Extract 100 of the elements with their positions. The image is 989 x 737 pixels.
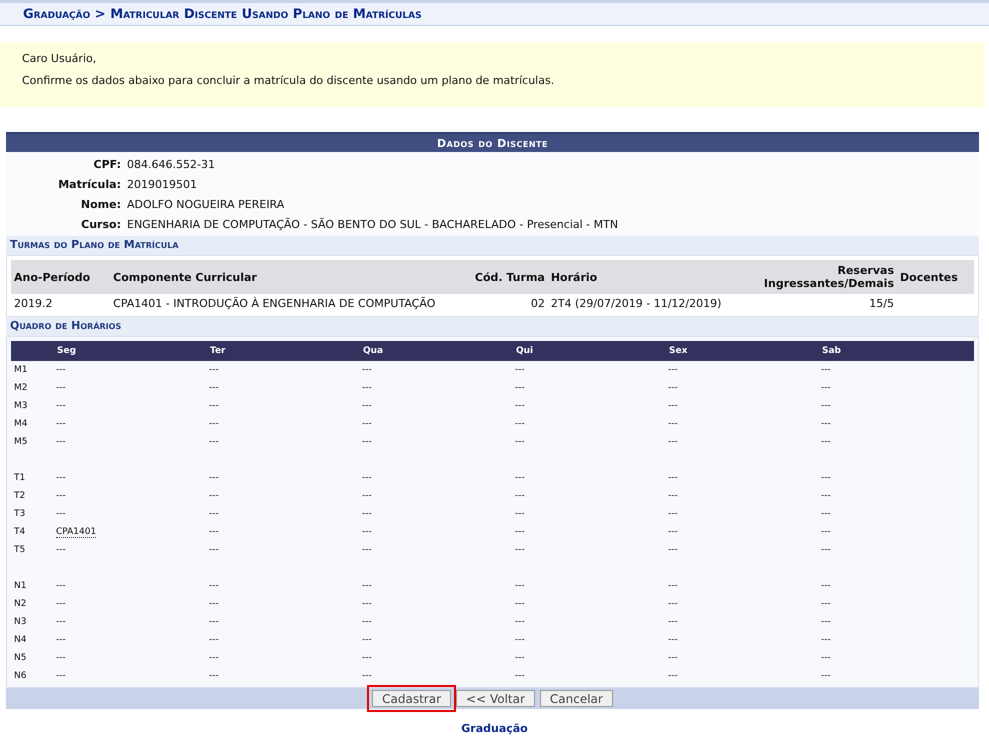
form-button[interactable]: Cancelar <box>540 690 613 707</box>
schedule-cell: --- <box>56 653 66 663</box>
schedule-cell: --- <box>821 671 831 681</box>
schedule-cell: --- <box>56 617 66 627</box>
schedule-cell: --- <box>821 491 831 501</box>
schedule-cell: --- <box>362 671 372 681</box>
form-button[interactable]: << Voltar <box>456 690 535 707</box>
schedule-cell: --- <box>362 383 372 393</box>
greeting-text: Caro Usuário, <box>22 52 98 65</box>
schedule-cell: --- <box>362 635 372 645</box>
schedule-cell: --- <box>515 419 525 429</box>
day-header: Seg <box>57 346 76 356</box>
time-slot: T2 <box>14 491 26 501</box>
schedule-cell: --- <box>362 509 372 519</box>
schedule-cell: --- <box>821 545 831 555</box>
schedule-cell: --- <box>56 491 66 501</box>
field-value: 084.646.552-31 <box>127 158 215 170</box>
schedule-cell: --- <box>209 545 219 555</box>
schedule-cell: --- <box>668 365 678 375</box>
schedule-cell: --- <box>668 437 678 447</box>
schedule-cell: --- <box>209 401 219 411</box>
time-slot: M4 <box>14 419 28 429</box>
subsection-title: Quadro de Horários <box>6 317 979 336</box>
table-cell: 15/5 <box>760 294 897 314</box>
schedule-cell: --- <box>515 671 525 681</box>
schedule-cell: --- <box>56 671 66 681</box>
schedule-cell: --- <box>209 671 219 681</box>
day-header: Sab <box>822 346 841 356</box>
schedule-cell: --- <box>209 581 219 591</box>
schedule-cell: --- <box>209 491 219 501</box>
day-header: Qui <box>516 346 534 356</box>
schedule-cell: --- <box>209 473 219 483</box>
schedule-cell: --- <box>668 383 678 393</box>
schedule-cell: --- <box>515 383 525 393</box>
schedule-cell: --- <box>56 437 66 447</box>
time-slot: M3 <box>14 401 28 411</box>
schedule-cell: --- <box>56 581 66 591</box>
schedule-cell: --- <box>209 599 219 609</box>
schedule-cell: --- <box>56 365 66 375</box>
schedule-cell: CPA1401 <box>56 527 96 538</box>
time-slot: M1 <box>14 365 28 375</box>
schedule-cell: --- <box>515 599 525 609</box>
schedule-cell: --- <box>362 581 372 591</box>
schedule-cell: --- <box>515 365 525 375</box>
table-cell: 02 <box>456 294 548 314</box>
schedule-cell: --- <box>209 527 219 537</box>
schedule-cell: --- <box>56 401 66 411</box>
time-slot: N3 <box>14 617 26 627</box>
schedule-cell: --- <box>668 653 678 663</box>
schedule-cell: --- <box>668 527 678 537</box>
column-header: Cód. Turma <box>456 260 548 294</box>
schedule-cell: --- <box>668 509 678 519</box>
field-value: 2019019501 <box>127 178 197 190</box>
table-cell: 2019.2 <box>11 294 110 314</box>
schedule-cell: --- <box>515 509 525 519</box>
schedule-cell: --- <box>515 527 525 537</box>
schedule-cell: --- <box>362 419 372 429</box>
schedule-cell: --- <box>668 473 678 483</box>
schedule-cell: --- <box>209 365 219 375</box>
column-header: Horário <box>548 260 761 294</box>
schedule-cell: --- <box>515 635 525 645</box>
field-label: CPF: <box>92 158 122 170</box>
footer-link[interactable]: Graduação <box>461 722 528 735</box>
time-slot: N1 <box>14 581 26 591</box>
schedule-cell: --- <box>56 635 66 645</box>
schedule-cell: --- <box>362 599 372 609</box>
notice-text: Confirme os dados abaixo para concluir a matrícula do discente usando um plano de matrículas. <box>22 74 556 87</box>
schedule-cell: --- <box>668 545 678 555</box>
schedule-cell: --- <box>821 527 831 537</box>
schedule-cell: --- <box>56 473 66 483</box>
subsection-title: Turmas do Plano de Matrícula <box>6 236 979 255</box>
schedule-cell: --- <box>515 491 525 501</box>
schedule-cell: --- <box>821 419 831 429</box>
schedule-cell: --- <box>209 383 219 393</box>
schedule-cell: --- <box>821 599 831 609</box>
schedule-cell: --- <box>362 545 372 555</box>
time-slot: T3 <box>14 509 26 519</box>
schedule-cell: --- <box>362 437 372 447</box>
schedule-cell: --- <box>56 545 66 555</box>
time-slot: N5 <box>14 653 26 663</box>
page-title: Graduação > Matricular Discente Usando Plano de Matrículas <box>23 6 422 22</box>
day-header: Sex <box>669 346 688 356</box>
column-header: Ano-Período <box>11 260 110 294</box>
schedule-cell: --- <box>515 545 525 555</box>
time-slot: N4 <box>14 635 26 645</box>
field-label: Curso: <box>80 218 122 230</box>
schedule-cell: --- <box>821 473 831 483</box>
section-caption: Dados do Discente <box>6 132 979 152</box>
schedule-cell: --- <box>668 635 678 645</box>
schedule-cell: --- <box>362 473 372 483</box>
schedule-cell: --- <box>56 599 66 609</box>
schedule-cell: --- <box>209 653 219 663</box>
schedule-cell: --- <box>668 617 678 627</box>
schedule-cell: --- <box>515 653 525 663</box>
form-button[interactable]: Cadastrar <box>372 690 452 707</box>
schedule-cell: --- <box>515 437 525 447</box>
schedule-cell: --- <box>209 509 219 519</box>
schedule-cell: --- <box>362 365 372 375</box>
schedule-cell: --- <box>668 491 678 501</box>
schedule-cell: --- <box>821 437 831 447</box>
